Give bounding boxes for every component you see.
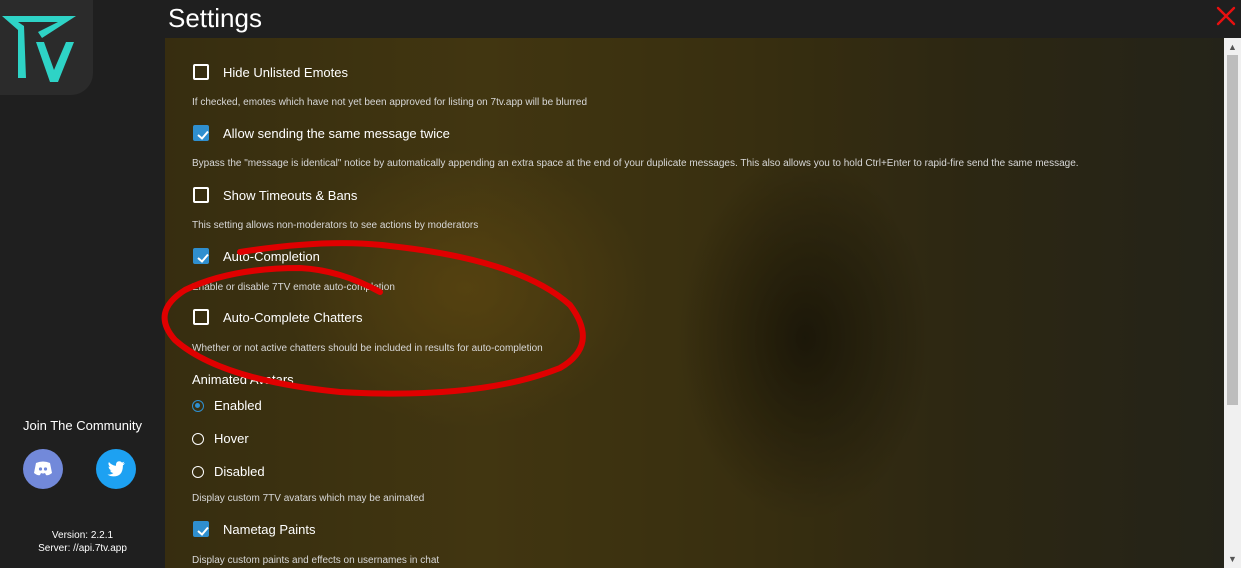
checkbox-auto-completion[interactable] <box>193 248 209 264</box>
checkmark-icon <box>197 130 209 140</box>
setting-label: Allow sending the same message twice <box>223 126 450 141</box>
setting-label: Auto-Completion <box>223 249 320 264</box>
radio-enabled[interactable] <box>192 400 204 412</box>
checkbox-auto-complete-chatters[interactable] <box>193 309 209 325</box>
scroll-down-arrow-icon[interactable]: ▼ <box>1228 554 1237 564</box>
radio-label-disabled: Disabled <box>214 464 265 479</box>
sidebar: Join The Community Version: 2.2.1 Server… <box>0 0 165 568</box>
checkbox-nametag-paints[interactable] <box>193 521 209 537</box>
checkbox-show-timeouts-bans[interactable] <box>193 187 209 203</box>
checkmark-icon <box>197 526 209 536</box>
twitter-link[interactable] <box>96 449 136 489</box>
version-text: Version: 2.2.1 <box>51 530 114 541</box>
checkbox-allow-duplicate-message[interactable] <box>193 125 209 141</box>
setting-description: Enable or disable 7TV emote auto-complet… <box>192 282 395 293</box>
radio-label-hover: Hover <box>214 431 249 446</box>
setting-label: Auto-Complete Chatters <box>223 310 363 325</box>
radio-hover[interactable] <box>192 433 204 445</box>
background-image <box>165 38 1224 568</box>
server-text: Server: //api.7tv.app <box>38 543 127 554</box>
radio-disabled[interactable] <box>192 466 204 478</box>
scrollbar-thumb[interactable] <box>1227 55 1238 405</box>
setting-description: Display custom 7TV avatars which may be … <box>192 493 425 504</box>
twitter-icon <box>107 461 125 477</box>
checkmark-icon <box>197 253 209 263</box>
discord-link[interactable] <box>23 449 63 489</box>
setting-label: Nametag Paints <box>223 522 316 537</box>
checkbox-hide-unlisted-emotes[interactable] <box>193 64 209 80</box>
page-title: Settings <box>168 3 262 33</box>
close-icon <box>1216 6 1236 26</box>
logo-panel <box>0 0 93 95</box>
discord-icon <box>34 461 52 476</box>
setting-description: If checked, emotes which have not yet be… <box>192 97 588 108</box>
setting-label: Hide Unlisted Emotes <box>223 65 348 80</box>
setting-description: Bypass the "message is identical" notice… <box>192 158 1079 169</box>
setting-description: Display custom paints and effects on use… <box>192 555 440 566</box>
settings-panel: Hide Unlisted Emotes If checked, emotes … <box>165 38 1224 568</box>
setting-description: Whether or not active chatters should be… <box>192 343 543 354</box>
radio-label-enabled: Enabled <box>214 398 262 413</box>
header-bar: Settings <box>165 0 1241 38</box>
close-button[interactable] <box>1214 4 1238 28</box>
setting-label: Show Timeouts & Bans <box>223 188 358 203</box>
scroll-up-arrow-icon[interactable]: ▲ <box>1228 42 1237 52</box>
scrollbar[interactable]: ▲ ▼ <box>1224 38 1241 568</box>
version-info: Version: 2.2.1 Server: //api.7tv.app <box>0 529 165 555</box>
community-heading: Join The Community <box>23 418 142 433</box>
7tv-logo-icon <box>2 16 76 82</box>
setting-description: This setting allows non-moderators to se… <box>192 220 479 231</box>
section-title-animated-avatars: Animated Avatars <box>192 372 294 387</box>
